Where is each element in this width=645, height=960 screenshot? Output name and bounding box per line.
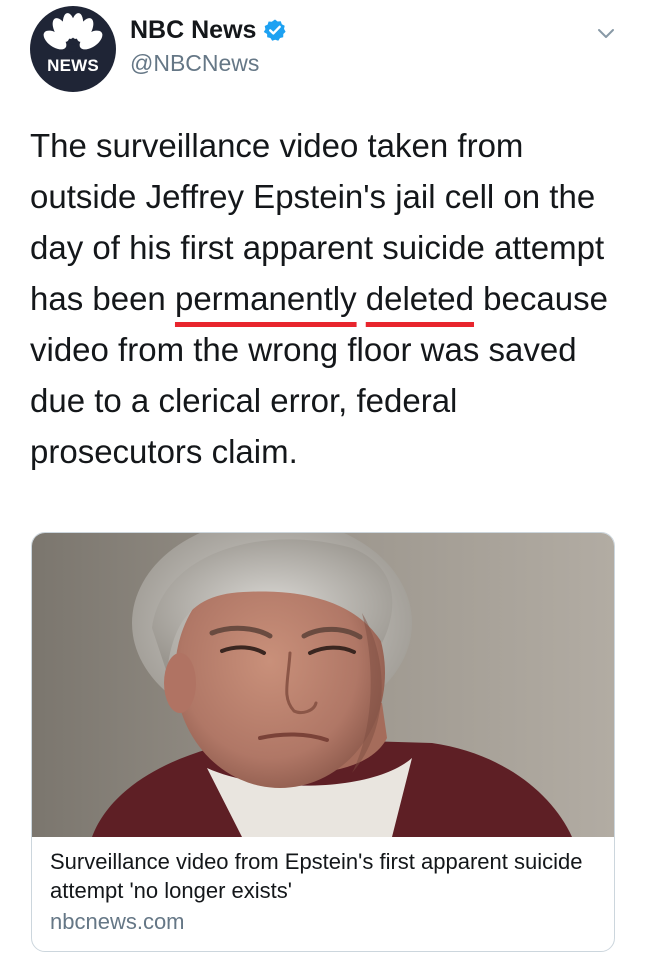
- tweet-header: NEWS NBC News @NBCNews: [30, 6, 625, 96]
- avatar-news-label: NEWS: [47, 56, 99, 75]
- tweet-text: The surveillance video taken from outsid…: [30, 120, 620, 477]
- highlighted-word-deleted: deleted: [365, 280, 475, 317]
- link-preview-card[interactable]: Surveillance video from Epstein's first …: [31, 532, 615, 952]
- card-title[interactable]: Surveillance video from Epstein's first …: [50, 847, 600, 905]
- nbc-peacock-logo-icon: [43, 13, 103, 52]
- account-handle[interactable]: @NBCNews: [130, 50, 287, 77]
- card-image[interactable]: [32, 533, 614, 837]
- highlighted-word-permanently: permanently: [174, 280, 357, 317]
- tweet-text-space: [357, 280, 366, 317]
- display-name-row: NBC News: [130, 14, 287, 46]
- card-domain[interactable]: nbcnews.com: [50, 907, 600, 937]
- card-meta[interactable]: Surveillance video from Epstein's first …: [50, 847, 600, 937]
- avatar[interactable]: NEWS: [30, 6, 116, 92]
- display-name[interactable]: NBC News: [130, 16, 256, 45]
- verified-badge-icon: [264, 19, 287, 41]
- account-names: NBC News @NBCNews: [130, 14, 287, 77]
- chevron-down-icon[interactable]: [595, 22, 617, 44]
